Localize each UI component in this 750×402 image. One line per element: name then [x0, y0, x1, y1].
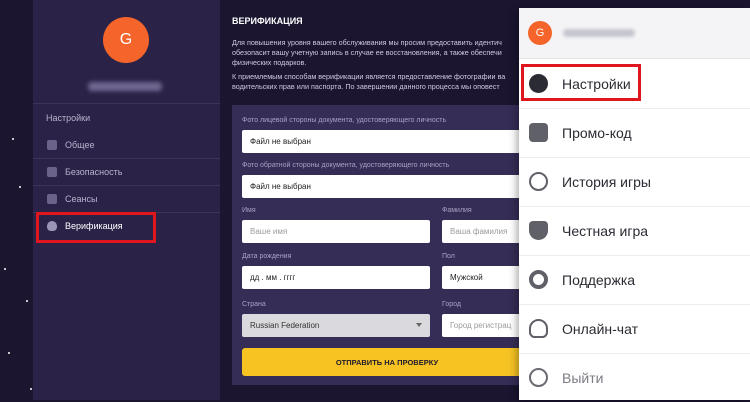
- front-photo-label: Фото лицевой стороны документа, удостове…: [242, 117, 447, 124]
- headset-icon: [529, 319, 548, 338]
- logout-icon: [529, 368, 548, 387]
- name-label: Имя: [242, 207, 256, 214]
- menu-item-support[interactable]: Поддержка: [519, 255, 750, 305]
- sidebar-item-security[interactable]: Безопасность: [33, 158, 220, 185]
- menu-item-label: Выйти: [562, 369, 604, 386]
- clock-icon: [529, 172, 548, 191]
- back-photo-label: Фото обратной стороны документа, удостов…: [242, 162, 450, 169]
- surname-label: Фамилия: [442, 207, 472, 214]
- gender-label: Пол: [442, 253, 455, 260]
- menu-item-live-chat[interactable]: Онлайн-чат: [519, 304, 750, 354]
- sidebar-item-general[interactable]: Общее: [33, 131, 220, 158]
- city-label: Город: [442, 301, 461, 308]
- user-email-blurred: [563, 29, 635, 37]
- sidebar-item-label: Сеансы: [65, 193, 98, 204]
- fair-play-icon: [529, 221, 548, 240]
- sidebar-item-sessions[interactable]: Сеансы: [33, 185, 220, 212]
- menu-item-logout[interactable]: Выйти: [519, 353, 750, 402]
- front-photo-file-input[interactable]: Файл не выбран: [242, 130, 532, 153]
- submit-verification-button[interactable]: ОТПРАВИТЬ НА ПРОВЕРКУ: [242, 348, 532, 376]
- user-email-blurred: [88, 82, 162, 91]
- menu-item-fair-play[interactable]: Честная игра: [519, 206, 750, 256]
- menu-item-promo-code[interactable]: Промо-код: [519, 108, 750, 158]
- sidebar-item-label: Безопасность: [65, 166, 123, 177]
- country-label: Страна: [242, 301, 266, 308]
- profile-sidebar: G Настройки Общее Безопасность Сеансы Ве…: [33, 0, 220, 400]
- page-title: ВЕРИФИКАЦИЯ: [232, 16, 303, 26]
- divider: [33, 103, 220, 104]
- menu-user-header: G: [519, 8, 750, 59]
- country-select[interactable]: Russian Federation: [242, 314, 430, 337]
- dob-label: Дата рождения: [242, 253, 292, 260]
- name-input[interactable]: Ваше имя: [242, 220, 430, 243]
- devices-icon: [47, 193, 57, 204]
- dob-input[interactable]: дд . мм . гггг: [242, 266, 430, 289]
- lifebuoy-icon: [529, 270, 548, 289]
- back-photo-file-input[interactable]: Файл не выбран: [242, 175, 532, 198]
- verification-panel: ВЕРИФИКАЦИЯ Для повышения уровня вашего …: [220, 0, 532, 400]
- country-value: Russian Federation: [250, 321, 320, 330]
- settings-heading: Настройки: [46, 113, 91, 123]
- description-paragraph: К приемлемым способам верификации являет…: [232, 72, 506, 91]
- avatar: G: [103, 17, 149, 63]
- sidebar-item-label: Общее: [65, 139, 95, 150]
- menu-item-label: Честная игра: [562, 222, 649, 239]
- gift-icon: [529, 123, 548, 142]
- avatar: G: [528, 21, 552, 45]
- highlight-box-settings: [521, 64, 641, 101]
- menu-item-label: История игры: [562, 173, 651, 190]
- menu-item-label: Промо-код: [562, 124, 632, 141]
- menu-item-label: Поддержка: [562, 271, 636, 288]
- user-icon: [47, 139, 57, 150]
- menu-item-label: Онлайн-чат: [562, 320, 638, 337]
- shield-icon: [47, 166, 57, 177]
- chevron-down-icon: [416, 323, 422, 327]
- highlight-box-verification: [36, 212, 156, 243]
- description-paragraph: Для повышения уровня вашего обслуживания…: [232, 38, 502, 67]
- menu-item-game-history[interactable]: История игры: [519, 157, 750, 207]
- verification-form: Фото лицевой стороны документа, удостове…: [232, 105, 532, 385]
